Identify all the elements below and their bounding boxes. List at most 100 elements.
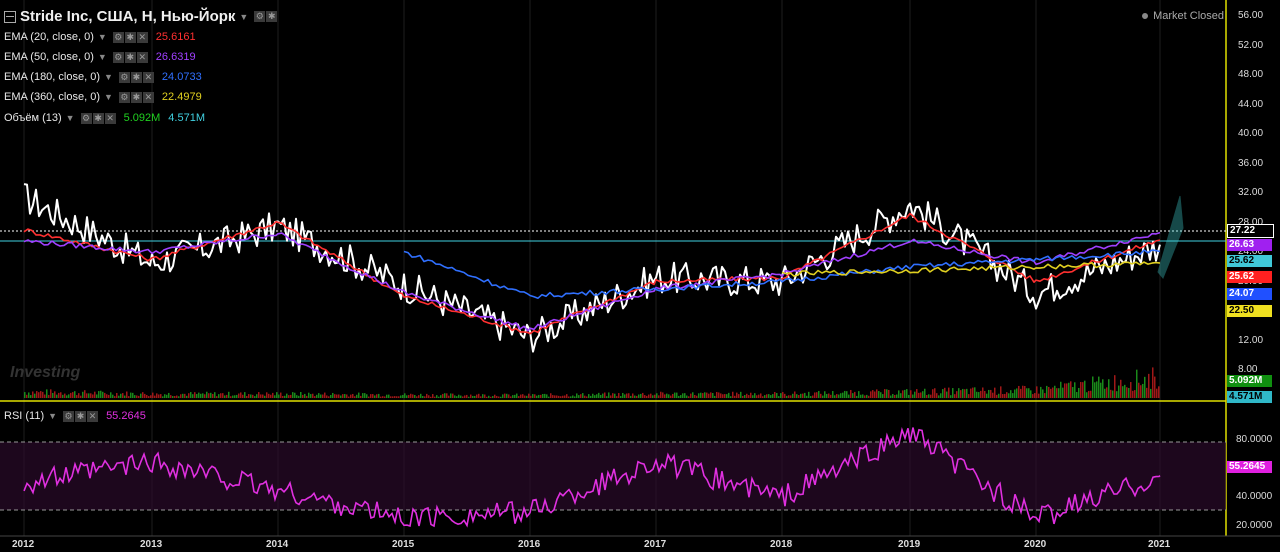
indicator-legend[interactable]: EMA (50, close, 0) ▼ ⚙ ✱ ✕ 26.6319 bbox=[4, 51, 196, 63]
volume-bar bbox=[782, 392, 784, 398]
gear-icon[interactable]: ✱ bbox=[130, 91, 142, 103]
volume-bar bbox=[172, 396, 174, 398]
gear-icon[interactable]: ✱ bbox=[266, 11, 278, 22]
volume-bar bbox=[808, 391, 810, 398]
volume-bar bbox=[664, 394, 666, 398]
chevron-down-icon[interactable]: ▼ bbox=[66, 113, 75, 123]
volume-bar bbox=[1106, 387, 1108, 398]
volume-bar bbox=[1054, 385, 1056, 398]
volume-bar bbox=[246, 395, 248, 398]
price-axis-tick: 44.00 bbox=[1238, 98, 1264, 110]
rsi-axis-tick: 40.0000 bbox=[1236, 491, 1273, 503]
volume-bar bbox=[638, 394, 640, 398]
volume-bar bbox=[436, 395, 438, 398]
volume-bar bbox=[154, 395, 156, 398]
volume-bar bbox=[936, 393, 938, 398]
chart-title: Stride Inc, США, H, Нью-Йорк bbox=[20, 8, 236, 25]
indicator-legend[interactable]: EMA (180, close, 0) ▼ ⚙ ✱ ✕ 24.0733 bbox=[4, 71, 202, 83]
chevron-down-icon[interactable]: ▼ bbox=[104, 92, 113, 102]
volume-bar bbox=[874, 391, 876, 398]
volume-bar bbox=[640, 393, 642, 398]
gear-icon[interactable]: ✱ bbox=[75, 410, 87, 422]
volume-bar bbox=[338, 394, 340, 398]
time-axis-label: 2014 bbox=[266, 539, 289, 550]
volume-bar bbox=[716, 391, 718, 398]
volume-bar bbox=[1042, 389, 1044, 398]
indicator-legend[interactable]: EMA (20, close, 0) ▼ ⚙ ✱ ✕ 25.6161 bbox=[4, 31, 196, 43]
settings-icon[interactable]: ⚙ bbox=[112, 31, 124, 43]
volume-bar bbox=[1092, 376, 1094, 398]
gear-icon[interactable]: ✱ bbox=[92, 112, 104, 124]
chevron-down-icon[interactable]: ▼ bbox=[48, 411, 57, 421]
volume-bar bbox=[284, 395, 286, 398]
volume-bar bbox=[418, 395, 420, 398]
settings-icon[interactable]: ⚙ bbox=[118, 91, 130, 103]
volume-bar bbox=[306, 395, 308, 398]
close-icon[interactable]: ✕ bbox=[136, 31, 148, 43]
volume-bar bbox=[304, 393, 306, 398]
volume-bar bbox=[930, 394, 932, 398]
volume-bar bbox=[362, 393, 364, 398]
settings-icon[interactable]: ⚙ bbox=[80, 112, 92, 124]
volume-bar bbox=[758, 394, 760, 398]
chevron-down-icon[interactable]: ▼ bbox=[98, 32, 107, 42]
volume-label: Объём (13) bbox=[4, 112, 62, 124]
volume-bar bbox=[834, 395, 836, 398]
settings-icon[interactable]: ⚙ bbox=[112, 51, 124, 63]
volume-bar bbox=[102, 391, 104, 398]
volume-bar bbox=[870, 391, 872, 398]
volume-bar bbox=[524, 395, 526, 398]
volume-bar bbox=[176, 395, 178, 398]
chevron-down-icon[interactable]: ▼ bbox=[239, 12, 248, 22]
volume-bar bbox=[1154, 376, 1156, 398]
volume-bar bbox=[848, 394, 850, 398]
volume-bar bbox=[1108, 379, 1110, 398]
volume-bar bbox=[628, 393, 630, 398]
close-icon[interactable]: ✕ bbox=[142, 91, 154, 103]
settings-icon[interactable]: ⚙ bbox=[254, 11, 266, 22]
volume-bar bbox=[270, 394, 272, 398]
volume-bar bbox=[588, 394, 590, 398]
gear-icon[interactable]: ✱ bbox=[130, 71, 142, 83]
collapse-icon[interactable] bbox=[4, 10, 16, 23]
volume-bar bbox=[1048, 386, 1050, 398]
volume-legend[interactable]: Объём (13) ▼ ⚙ ✱ ✕ 5.092M 4.571M bbox=[4, 112, 205, 124]
volume-bar bbox=[388, 394, 390, 398]
volume-bar bbox=[398, 396, 400, 398]
volume-bar bbox=[648, 394, 650, 398]
volume-bar bbox=[846, 391, 848, 398]
volume-bar bbox=[700, 392, 702, 398]
close-icon[interactable]: ✕ bbox=[136, 51, 148, 63]
volume-bar bbox=[496, 395, 498, 398]
chart-title-row[interactable]: Stride Inc, США, H, Нью-Йорк ▼ ⚙ ✱ bbox=[4, 8, 278, 25]
volume-bar bbox=[1010, 390, 1012, 398]
volume-bar bbox=[174, 396, 176, 398]
volume-bar bbox=[1094, 382, 1096, 398]
volume-bar bbox=[960, 390, 962, 398]
chevron-down-icon[interactable]: ▼ bbox=[104, 72, 113, 82]
close-icon[interactable]: ✕ bbox=[142, 71, 154, 83]
volume-bar bbox=[162, 396, 164, 398]
indicator-legend[interactable]: EMA (360, close, 0) ▼ ⚙ ✱ ✕ 22.4979 bbox=[4, 91, 202, 103]
close-icon[interactable]: ✕ bbox=[104, 112, 116, 124]
volume-bar bbox=[836, 394, 838, 398]
rsi-legend[interactable]: RSI (11) ▼ ⚙ ✱ ✕ 55.2645 bbox=[4, 410, 146, 422]
volume-bar bbox=[204, 394, 206, 398]
price-tag: 5.092M bbox=[1227, 375, 1272, 387]
gear-icon[interactable]: ✱ bbox=[124, 31, 136, 43]
volume-bar bbox=[266, 392, 268, 398]
settings-icon[interactable]: ⚙ bbox=[63, 410, 75, 422]
volume-bar bbox=[606, 396, 608, 398]
gear-icon[interactable]: ✱ bbox=[124, 51, 136, 63]
settings-icon[interactable]: ⚙ bbox=[118, 71, 130, 83]
volume-bar bbox=[302, 394, 304, 398]
status-dot-icon bbox=[1142, 13, 1149, 20]
volume-bar bbox=[46, 389, 48, 398]
chevron-down-icon[interactable]: ▼ bbox=[98, 52, 107, 62]
volume-bar bbox=[1034, 393, 1036, 398]
volume-bar bbox=[118, 395, 120, 398]
close-icon[interactable]: ✕ bbox=[87, 410, 99, 422]
volume-bar bbox=[292, 392, 294, 398]
volume-bar bbox=[354, 396, 356, 398]
volume-bar bbox=[514, 394, 516, 398]
